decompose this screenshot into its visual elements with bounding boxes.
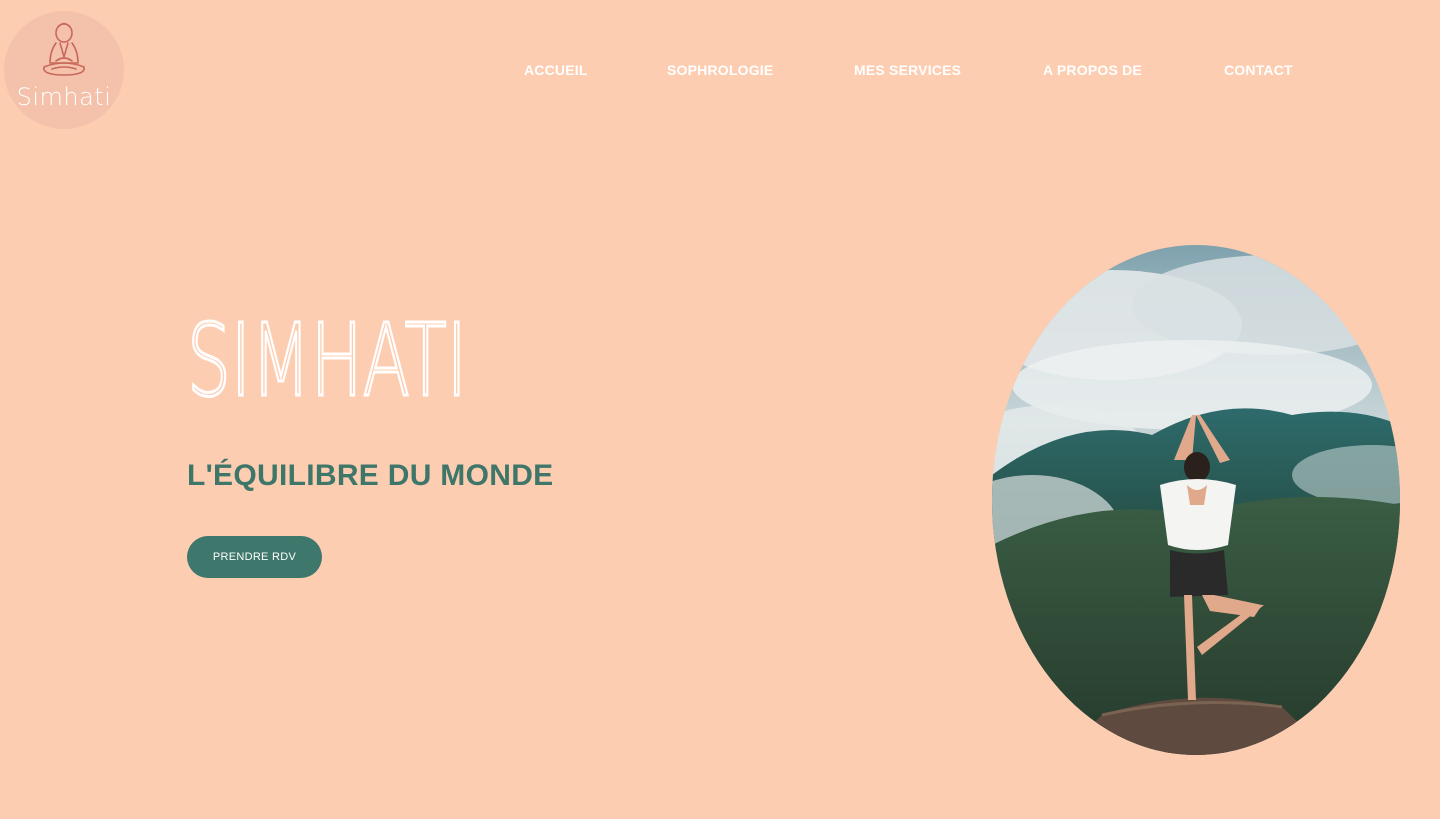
nav-item-a-propos[interactable]: A PROPOS DE [1043,62,1142,78]
main-nav: ACCUEIL SOPHROLOGIE MES SERVICES A PROPO… [0,62,1440,82]
page: Simhati ACCUEIL SOPHROLOGIE MES SERVICES… [0,0,1440,819]
logo-text: Simhati [16,83,112,111]
nav-item-mes-services[interactable]: MES SERVICES [854,62,961,78]
hero-tagline: L'ÉQUILIBRE DU MONDE [187,459,554,492]
book-appointment-button[interactable]: PRENDRE RDV [187,536,322,578]
nav-item-sophrologie[interactable]: SOPHROLOGIE [667,62,773,78]
hero-title-text: SIMHATI [187,305,467,405]
nav-item-contact[interactable]: CONTACT [1224,62,1293,78]
nav-item-accueil[interactable]: ACCUEIL [524,62,588,78]
hero-photo [992,245,1400,755]
hero-title: SIMHATI [186,301,487,421]
